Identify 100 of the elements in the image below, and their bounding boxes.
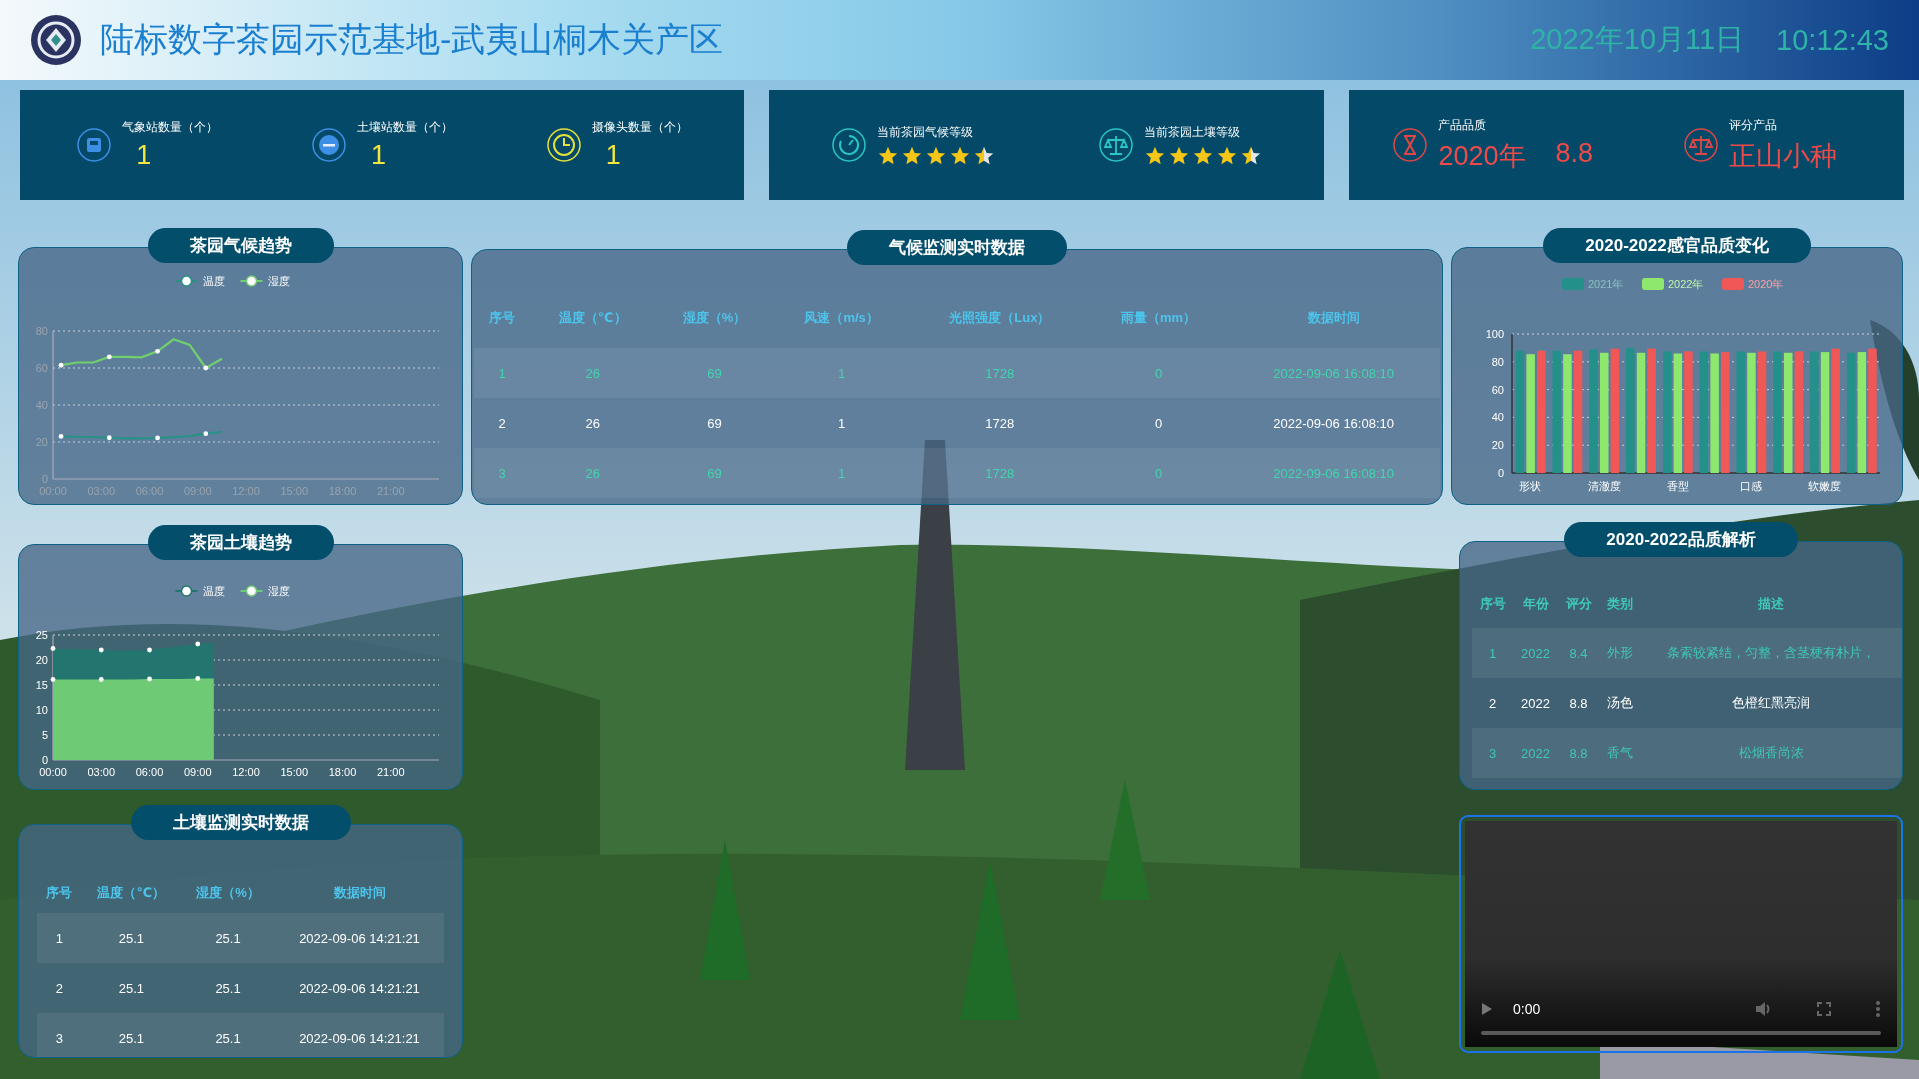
timer-icon bbox=[830, 127, 867, 163]
axis-label: 00:00 bbox=[39, 766, 67, 778]
table-cell: 1 bbox=[1472, 628, 1514, 678]
axis-label: 40 bbox=[35, 399, 48, 411]
scale-icon bbox=[1683, 127, 1720, 163]
table-cell: 3 bbox=[1472, 728, 1514, 778]
date-text: 2022年10月11日 bbox=[1530, 22, 1745, 57]
axis-label: 5 bbox=[41, 729, 48, 741]
axis-label: 软嫩度 bbox=[1808, 480, 1842, 492]
table-cell: 8.8 bbox=[1557, 728, 1600, 778]
count-value: 1 bbox=[605, 140, 622, 171]
column-header: 类别 bbox=[1599, 580, 1641, 628]
column-header: 温度（℃） bbox=[81, 873, 182, 913]
data-point bbox=[58, 362, 64, 368]
count-value: 1 bbox=[371, 140, 388, 171]
axis-label: 40 bbox=[1491, 411, 1504, 424]
table-cell: 0 bbox=[1089, 448, 1228, 498]
data-point bbox=[106, 435, 112, 441]
column-header: 数据时间 bbox=[1227, 288, 1440, 348]
panel-title: 2020-2022感官品质变化 bbox=[1543, 228, 1811, 263]
table-cell: 25.1 bbox=[181, 913, 275, 963]
axis-label: 80 bbox=[35, 325, 48, 337]
axis-label: 03:00 bbox=[87, 485, 115, 497]
table-cell: 1 bbox=[773, 348, 910, 398]
column-header: 风速（m/s） bbox=[773, 288, 910, 348]
axis-label: 18:00 bbox=[328, 485, 357, 497]
table-cell: 2022-09-06 16:08:10 bbox=[1227, 348, 1440, 398]
data-point bbox=[203, 365, 209, 371]
count-value: 1 bbox=[136, 140, 153, 171]
legend-label: 湿度 bbox=[267, 585, 290, 597]
legend-label: 湿度 bbox=[267, 275, 290, 287]
stat-label: 气象站数量（个） bbox=[122, 119, 219, 136]
stat-label: 评分产品 bbox=[1729, 116, 1779, 134]
progress-track[interactable] bbox=[1481, 1031, 1881, 1035]
fullscreen-icon[interactable] bbox=[1817, 1002, 1831, 1016]
play-icon[interactable] bbox=[1481, 1002, 1493, 1016]
panel-title: 茶园土壤趋势 bbox=[147, 525, 334, 560]
column-header: 光照强度（Lux） bbox=[909, 288, 1090, 348]
product-value: 正山小种 bbox=[1729, 139, 1838, 173]
axis-label: 15:00 bbox=[280, 766, 308, 778]
table-cell: 2022-09-06 14:21:21 bbox=[275, 963, 444, 1013]
panel-title: 气候监测实时数据 bbox=[847, 230, 1067, 265]
table-cell: 69 bbox=[655, 348, 774, 398]
axis-label: 25 bbox=[35, 629, 48, 641]
table-cell: 2022-09-06 14:21:21 bbox=[275, 1013, 444, 1057]
hourglass-icon bbox=[1392, 127, 1429, 163]
table-cell: 色橙红黑亮润 bbox=[1640, 678, 1902, 728]
legend-label: 2021年 bbox=[1588, 278, 1624, 290]
table-cell: 2 bbox=[474, 398, 531, 448]
table-cell: 26 bbox=[530, 448, 656, 498]
table-cell: 1 bbox=[37, 913, 82, 963]
data-point bbox=[155, 435, 160, 441]
axis-label: 15 bbox=[35, 679, 48, 691]
table-cell: 1728 bbox=[909, 448, 1090, 498]
axis-label: 20 bbox=[35, 654, 48, 666]
table-cell: 1 bbox=[773, 448, 910, 498]
axis-label: 100 bbox=[1485, 328, 1504, 340]
table-cell: 25.1 bbox=[181, 963, 275, 1013]
table-cell: 3 bbox=[37, 1013, 82, 1057]
table-cell: 8.4 bbox=[1557, 628, 1600, 678]
panel-title: 2020-2022品质解析 bbox=[1564, 522, 1798, 557]
axis-label: 06:00 bbox=[135, 766, 164, 778]
table-cell: 2 bbox=[1472, 678, 1514, 728]
axis-label: 20 bbox=[35, 436, 48, 448]
table-cell: 2 bbox=[37, 963, 82, 1013]
legend-label: 温度 bbox=[202, 585, 225, 597]
table-cell: 25.1 bbox=[81, 1013, 182, 1057]
video-time: 0:00 bbox=[1513, 1001, 1542, 1017]
table-cell: 条索较紧结，匀整，含茎梗有朴片， bbox=[1640, 628, 1902, 678]
axis-label: 形状 bbox=[1519, 480, 1542, 492]
table-cell: 松烟香尚浓 bbox=[1640, 728, 1902, 778]
stat-label: 土壤站数量（个） bbox=[357, 119, 453, 136]
axis-label: 18:00 bbox=[328, 766, 357, 778]
data-point bbox=[50, 677, 56, 682]
more-icon[interactable] bbox=[1875, 1001, 1881, 1017]
stat-label: 摄像头数量（个） bbox=[591, 119, 688, 136]
data-point bbox=[195, 676, 201, 681]
legend-label: 2020年 bbox=[1748, 278, 1784, 290]
table-cell: 0 bbox=[1089, 398, 1228, 448]
time-text: 10:12:43 bbox=[1776, 23, 1889, 57]
column-header: 湿度（%） bbox=[181, 873, 275, 913]
data-point bbox=[147, 676, 152, 682]
table-cell: 香气 bbox=[1599, 728, 1641, 778]
axis-label: 20 bbox=[1491, 439, 1504, 452]
column-header: 描述 bbox=[1640, 580, 1902, 628]
data-point bbox=[98, 647, 104, 653]
column-header: 序号 bbox=[37, 873, 82, 913]
column-header: 序号 bbox=[1472, 580, 1514, 628]
stat-label: 当前茶园气候等级 bbox=[876, 123, 974, 141]
column-header: 数据时间 bbox=[275, 873, 444, 913]
column-header: 雨量（mm） bbox=[1089, 288, 1228, 348]
table-cell: 2022-09-06 16:08:10 bbox=[1227, 398, 1440, 448]
product-value: 2020年 bbox=[1438, 139, 1526, 173]
data-point bbox=[195, 641, 201, 647]
table-cell: 1728 bbox=[909, 398, 1090, 448]
table-cell: 2022 bbox=[1513, 628, 1558, 678]
column-header: 温度（℃） bbox=[530, 288, 656, 348]
axis-label: 21:00 bbox=[377, 766, 405, 778]
axis-label: 0 bbox=[1497, 467, 1504, 479]
axis-label: 03:00 bbox=[87, 766, 115, 778]
